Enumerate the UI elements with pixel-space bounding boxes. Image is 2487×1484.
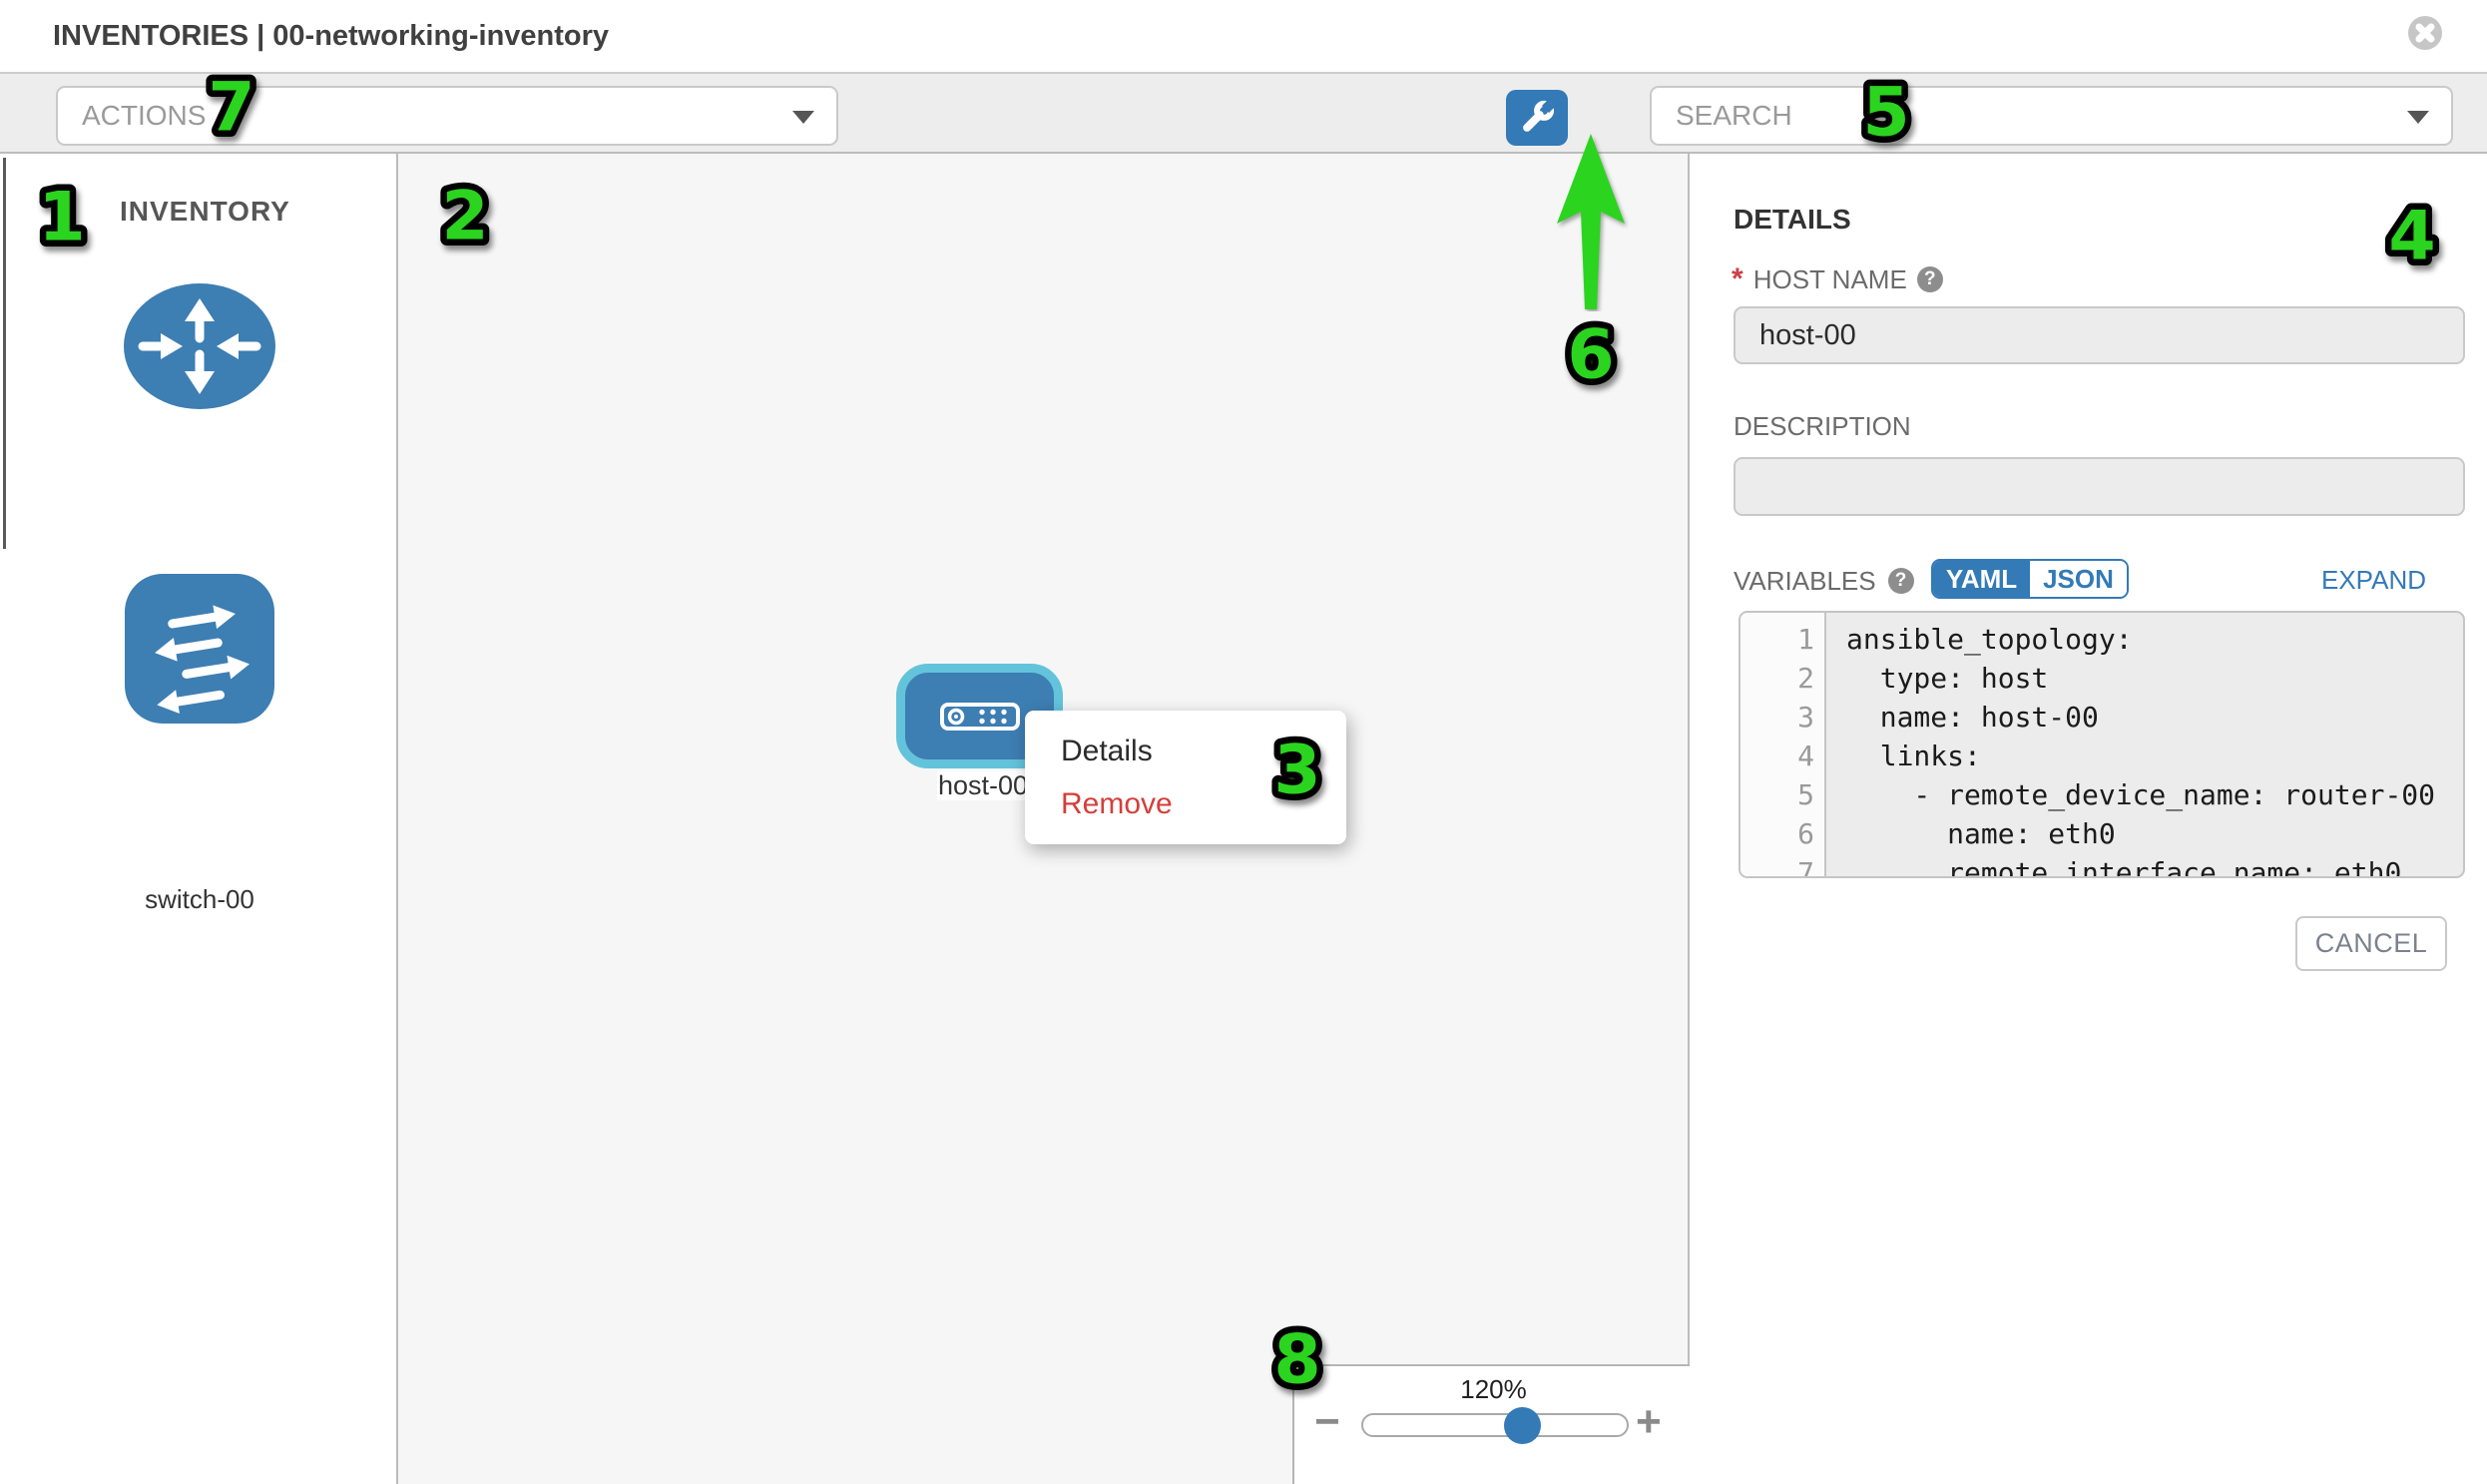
zoom-slider-thumb[interactable] <box>1504 1407 1541 1444</box>
server-icon <box>940 702 1020 732</box>
inventory-topology-app: INVENTORIES | 00-networking-inventory AC… <box>0 0 2487 1484</box>
variables-label-row: VARIABLES ? <box>1734 561 1914 601</box>
context-menu: Details Remove <box>1025 711 1346 844</box>
code-content[interactable]: ansible_topology: type: host name: host-… <box>1826 613 2463 876</box>
title-bar: INVENTORIES | 00-networking-inventory <box>0 0 2487 72</box>
palette-scrollbar[interactable] <box>3 158 6 549</box>
code-line: remote_interface_name: eth0 <box>1846 853 2463 878</box>
variables-format-toggle: YAML JSON <box>1931 559 2129 599</box>
zoom-slider-track[interactable] <box>1361 1413 1629 1437</box>
description-label: DESCRIPTION <box>1734 411 1911 442</box>
help-icon[interactable]: ? <box>1917 266 1943 292</box>
toolbar-tools-button[interactable] <box>1506 90 1568 146</box>
required-marker: * <box>1732 262 1743 296</box>
menu-item-remove[interactable]: Remove <box>1025 777 1346 830</box>
search-dropdown-label: SEARCH <box>1676 100 1792 132</box>
variables-label: VARIABLES <box>1734 566 1876 597</box>
line-number: 1 <box>1741 620 1824 659</box>
description-input[interactable] <box>1734 457 2465 516</box>
line-number: 4 <box>1741 737 1824 775</box>
chevron-down-icon <box>2407 111 2429 124</box>
host-name-field-label-row: * HOST NAME ? <box>1732 263 1943 295</box>
host-name-label: HOST NAME <box>1753 264 1907 295</box>
details-heading: DETAILS <box>1734 204 1851 236</box>
zoom-out-button[interactable]: − <box>1314 1400 1340 1444</box>
toggle-yaml[interactable]: YAML <box>1933 561 2030 597</box>
details-panel: DETAILS * HOST NAME ? DESCRIPTION VARIAB… <box>1690 154 2487 1484</box>
line-number: 5 <box>1741 775 1824 814</box>
toggle-json[interactable]: JSON <box>2030 561 2127 597</box>
palette-item-switch[interactable] <box>125 574 274 724</box>
menu-item-details[interactable]: Details <box>1025 725 1346 777</box>
close-icon[interactable] <box>2408 16 2442 50</box>
switch-icon <box>125 574 274 724</box>
help-glyph: ? <box>1924 268 1936 290</box>
search-dropdown[interactable]: SEARCH <box>1650 86 2453 146</box>
help-glyph: ? <box>1895 570 1907 592</box>
host-node-label: host-00 <box>937 770 1029 800</box>
line-number: 2 <box>1741 659 1824 698</box>
cancel-button[interactable]: CANCEL <box>2295 916 2447 971</box>
zoom-level-value: 120% <box>1294 1374 1693 1405</box>
palette-item-router[interactable] <box>123 282 276 410</box>
code-line: name: host-00 <box>1846 698 2463 737</box>
router-icon <box>123 282 276 410</box>
code-line: links: <box>1846 737 2463 775</box>
page-title: INVENTORIES | 00-networking-inventory <box>53 0 609 72</box>
expand-link[interactable]: EXPAND <box>2321 565 2426 596</box>
variables-code-editor[interactable]: 1 2 3 4 5 6 7 ansible_topology: type: ho… <box>1739 611 2465 878</box>
inventory-palette: INVENTORY router-00 <box>0 154 398 1484</box>
help-icon[interactable]: ? <box>1888 568 1914 594</box>
actions-dropdown[interactable]: ACTIONS <box>56 86 838 146</box>
zoom-widget: 120% − + <box>1292 1364 1691 1484</box>
code-line: - remote_device_name: router-00 <box>1846 775 2463 814</box>
inventory-heading: INVENTORY <box>120 196 290 228</box>
line-number: 3 <box>1741 698 1824 737</box>
palette-item-label: switch-00 <box>90 884 309 915</box>
chevron-down-icon <box>792 111 814 124</box>
actions-dropdown-label: ACTIONS <box>82 100 206 132</box>
wrench-icon <box>1517 98 1557 138</box>
host-name-input[interactable] <box>1734 306 2465 364</box>
line-number: 6 <box>1741 814 1824 853</box>
code-gutter: 1 2 3 4 5 6 7 <box>1741 613 1826 876</box>
code-line: name: eth0 <box>1846 814 2463 853</box>
toolbar: ACTIONS SEARCH <box>0 72 2487 154</box>
line-number: 7 <box>1741 853 1824 878</box>
zoom-in-button[interactable]: + <box>1636 1400 1662 1444</box>
code-line: type: host <box>1846 659 2463 698</box>
code-line: ansible_topology: <box>1846 620 2463 659</box>
